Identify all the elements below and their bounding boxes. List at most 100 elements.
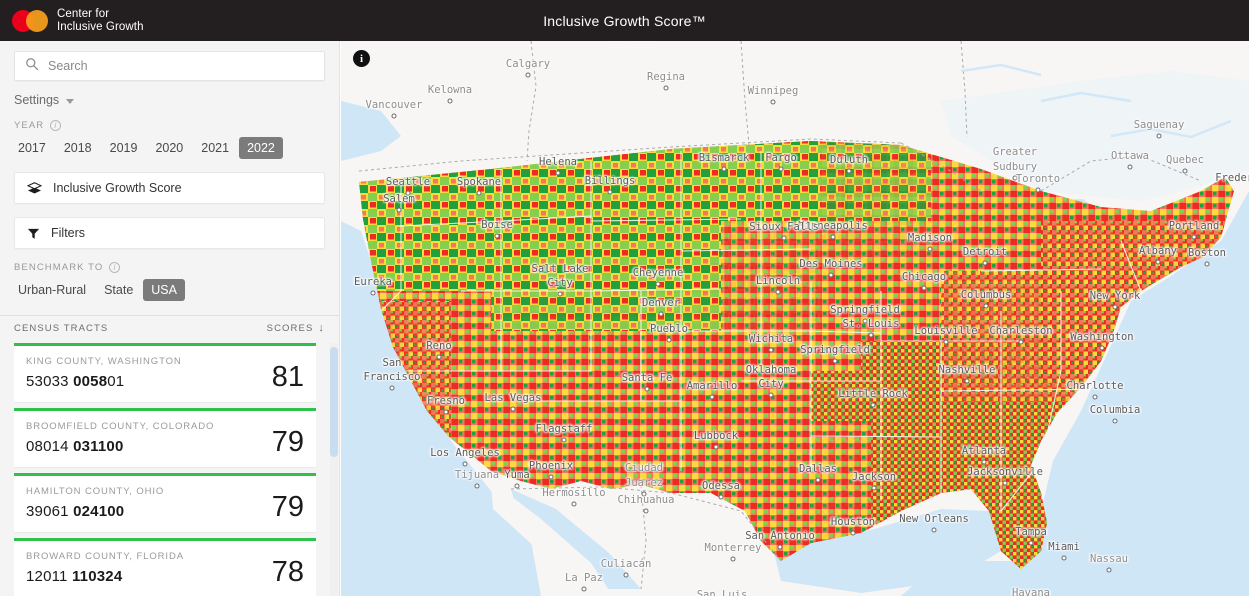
- city-marker-dot: [1204, 261, 1210, 267]
- city-marker-dot: [983, 303, 989, 309]
- census-tract-list[interactable]: KING COUNTY, WASHINGTON 53033 005801 81 …: [0, 343, 339, 596]
- brand-line-1: Center for: [57, 7, 110, 20]
- tract-id: 53033 005801: [26, 373, 125, 390]
- city-marker-dot: [770, 99, 776, 105]
- search-wrapper: [0, 41, 339, 81]
- tract-score: 78: [271, 555, 304, 588]
- year-chip-2019[interactable]: 2019: [102, 137, 146, 159]
- city-marker-dot: [777, 544, 783, 550]
- city-marker-dot: [443, 409, 449, 415]
- filters-button[interactable]: Filters: [14, 217, 325, 249]
- year-chip-row: 2017 2018 2019 2020 2021 2022: [0, 131, 339, 159]
- city-marker-dot: [713, 444, 719, 450]
- city-marker-dot: [514, 483, 520, 489]
- census-tracts-column-header: CENSUS TRACTS: [14, 323, 109, 334]
- city-marker-dot: [494, 233, 500, 239]
- city-marker-dot: [781, 235, 787, 241]
- inclusive-growth-score-button[interactable]: Inclusive Growth Score: [14, 172, 325, 204]
- brand-text: Center for Inclusive Growth: [57, 8, 144, 34]
- settings-label: Settings: [14, 93, 60, 107]
- scores-column-header: SCORES: [266, 323, 314, 334]
- year-chip-2021[interactable]: 2021: [193, 137, 237, 159]
- tract-meta: HAMILTON COUNTY, OHIO 39061 024100: [26, 486, 164, 520]
- tract-meta: KING COUNTY, WASHINGTON 53033 005801: [26, 356, 182, 390]
- city-marker-dot: [921, 285, 927, 291]
- page-title: Inclusive Growth Score™: [543, 12, 706, 29]
- year-chip-2020[interactable]: 2020: [147, 137, 191, 159]
- city-marker-dot: [1018, 339, 1024, 345]
- city-marker-dot: [389, 385, 395, 391]
- sidebar-scrollbar-thumb[interactable]: [330, 347, 338, 457]
- list-item[interactable]: HAMILTON COUNTY, OHIO 39061 024100 79: [14, 473, 316, 532]
- city-marker-dot: [846, 168, 852, 174]
- tract-county: KING COUNTY, WASHINGTON: [26, 356, 182, 367]
- city-marker-dot: [1112, 304, 1118, 310]
- city-marker-dot: [571, 501, 577, 507]
- settings-dropdown[interactable]: Settings: [0, 81, 88, 107]
- benchmark-chip-state[interactable]: State: [96, 279, 141, 301]
- city-marker-dot: [870, 402, 876, 408]
- city-marker-dot: [476, 190, 482, 196]
- city-marker-dot: [391, 113, 397, 119]
- city-marker-dot: [474, 483, 480, 489]
- city-marker-dot: [1028, 540, 1034, 546]
- benchmark-section-label: BENCHMARK TO i: [0, 249, 339, 273]
- brand-logo[interactable]: Center for Inclusive Growth: [0, 8, 144, 34]
- city-marker-dot: [462, 461, 468, 467]
- benchmark-label-text: BENCHMARK TO: [14, 262, 104, 273]
- city-marker-dot: [623, 572, 629, 578]
- city-marker-dot: [555, 170, 561, 176]
- city-marker-dot: [768, 392, 774, 398]
- city-marker-dot: [1106, 567, 1112, 573]
- benchmark-chip-urban-rural[interactable]: Urban-Rural: [10, 279, 94, 301]
- tract-id: 39061 024100: [26, 503, 125, 520]
- city-marker-dot: [447, 98, 453, 104]
- city-marker-dot: [709, 394, 715, 400]
- benchmark-chip-row: Urban-Rural State USA: [0, 273, 339, 301]
- benchmark-chip-usa[interactable]: USA: [143, 279, 185, 301]
- city-marker-dot: [436, 354, 442, 360]
- city-marker-dot: [1127, 164, 1133, 170]
- map-info-icon[interactable]: i: [353, 50, 370, 67]
- tract-score: 79: [271, 425, 304, 458]
- tract-list-header: CENSUS TRACTS SCORES ↓: [0, 315, 339, 341]
- city-marker-dot: [663, 85, 669, 91]
- list-item[interactable]: BROWARD COUNTY, FLORIDA 12011 110324 78: [14, 538, 316, 596]
- city-marker-dot: [405, 190, 411, 196]
- search-box[interactable]: [14, 51, 325, 81]
- scores-sort-button[interactable]: SCORES ↓: [266, 323, 325, 335]
- tract-id: 08014 031100: [26, 438, 124, 455]
- city-marker-dot: [1112, 418, 1118, 424]
- year-section-label: YEAR i: [0, 107, 339, 131]
- city-marker-dot: [943, 339, 949, 345]
- mastercard-logo-icon: [12, 9, 48, 32]
- city-marker-dot: [1155, 259, 1161, 265]
- year-chip-2017[interactable]: 2017: [10, 137, 54, 159]
- city-marker-dot: [768, 347, 774, 353]
- city-marker-dot: [868, 332, 874, 338]
- city-marker-dot: [718, 494, 724, 500]
- info-icon[interactable]: i: [50, 120, 62, 131]
- tract-score: 81: [271, 360, 304, 393]
- year-chip-2018[interactable]: 2018: [56, 137, 100, 159]
- city-marker-dot: [982, 260, 988, 266]
- city-marker-dot: [828, 272, 834, 278]
- year-chip-2022[interactable]: 2022: [239, 137, 283, 159]
- city-marker-dot: [981, 459, 987, 465]
- info-icon[interactable]: i: [109, 262, 121, 273]
- search-icon: [25, 57, 39, 76]
- city-marker-dot: [1035, 187, 1041, 193]
- city-marker-dot: [730, 556, 736, 562]
- city-marker-dot: [927, 246, 933, 252]
- choropleth-map[interactable]: i CalgarySaskatoonReginaWinnipegKelownaV…: [341, 41, 1249, 596]
- city-marker-dot: [644, 386, 650, 392]
- list-item[interactable]: BROOMFIELD COUNTY, COLORADO 08014 031100…: [14, 408, 316, 467]
- city-marker-dot: [641, 491, 647, 497]
- year-label-text: YEAR: [14, 120, 45, 131]
- top-bar: Center for Inclusive Growth Inclusive Gr…: [0, 0, 1249, 41]
- list-item[interactable]: KING COUNTY, WASHINGTON 53033 005801 81: [14, 343, 316, 402]
- city-marker-dot: [607, 189, 613, 195]
- search-input[interactable]: [48, 59, 314, 73]
- tract-meta: BROWARD COUNTY, FLORIDA 12011 110324: [26, 551, 184, 585]
- chevron-down-icon: [66, 98, 75, 104]
